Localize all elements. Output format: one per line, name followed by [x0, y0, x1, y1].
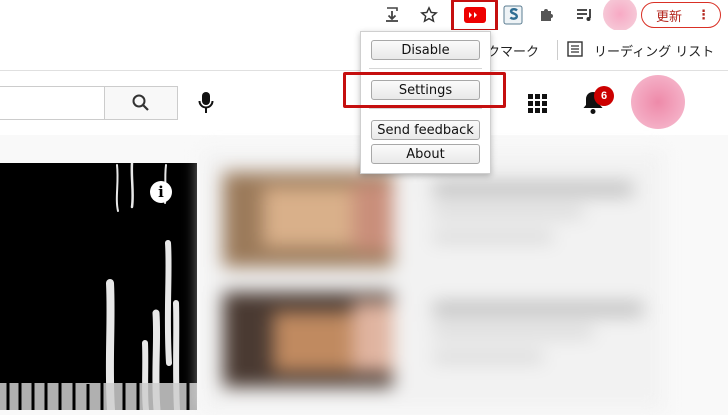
send-feedback-button[interactable]: Send feedback — [371, 120, 480, 140]
apps-grid-icon[interactable] — [524, 90, 550, 116]
notification-badge: 6 — [594, 86, 614, 106]
download-icon[interactable] — [380, 2, 406, 28]
about-button[interactable]: About — [371, 144, 480, 164]
search-icon — [132, 94, 149, 111]
youtube-avatar[interactable] — [631, 75, 685, 129]
bookmarks-item[interactable]: クマーク — [487, 41, 539, 60]
search-button[interactable] — [104, 86, 178, 120]
puzzle-icon[interactable] — [534, 2, 560, 28]
star-icon[interactable] — [416, 2, 442, 28]
reading-list-icon[interactable] — [572, 2, 598, 28]
bookmarks-divider — [557, 40, 558, 60]
mic-icon[interactable] — [193, 90, 219, 116]
settings-highlight-box — [343, 72, 506, 108]
popup-divider — [369, 68, 482, 69]
disable-button[interactable]: Disable — [371, 40, 480, 60]
search-input[interactable] — [0, 86, 104, 120]
s-extension-icon[interactable] — [500, 2, 526, 28]
youtube-extension-icon[interactable] — [462, 2, 488, 28]
info-icon[interactable]: i — [150, 181, 172, 203]
blurred-video-list — [203, 152, 663, 410]
popup-divider — [369, 108, 482, 109]
more-menu-icon[interactable]: ⋮ — [697, 8, 710, 23]
update-label: 更新 — [656, 9, 683, 25]
reading-list-link[interactable]: リーディング リスト — [594, 41, 714, 60]
update-button[interactable]: 更新 ⋮ — [641, 2, 721, 28]
reading-list-bookmark-icon — [567, 41, 583, 57]
